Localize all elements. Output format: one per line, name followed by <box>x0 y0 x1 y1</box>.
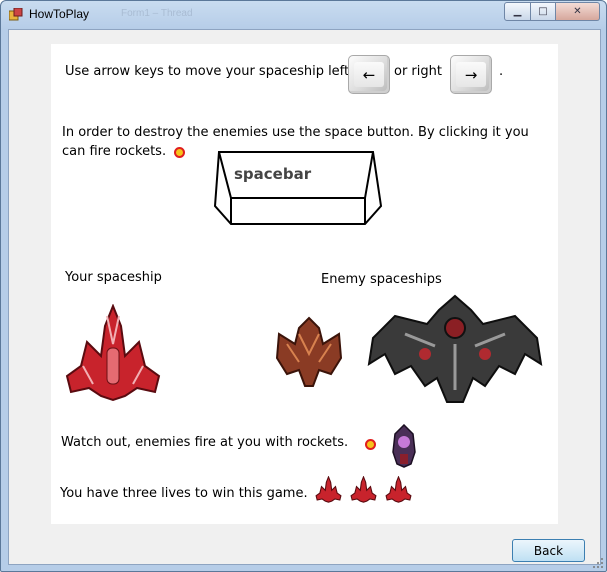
your-spaceship-label: Your spaceship <box>65 270 162 285</box>
close-button[interactable]: ✕ <box>556 2 600 21</box>
background-window-title: Form1 – Thread <box>121 8 193 19</box>
back-button[interactable]: Back <box>512 539 585 562</box>
right-arrow-glyph: → <box>456 62 486 87</box>
title-bar[interactable]: HowToPlay Form1 – Thread ▁ □ ✕ <box>1 1 606 27</box>
client-area: Use arrow keys to move your spaceship le… <box>8 29 601 565</box>
enemy-spaceship-small-icon <box>275 316 343 387</box>
enemy-rocket-icon <box>392 424 416 468</box>
left-arrow-key-icon: ← <box>348 55 390 94</box>
move-instruction-period: . <box>499 64 504 79</box>
enemy-spaceships-label: Enemy spaceships <box>321 272 442 287</box>
maximize-button[interactable]: □ <box>531 2 556 21</box>
life-ship-icon <box>385 476 412 503</box>
maximize-icon: □ <box>538 6 548 17</box>
move-instruction-or-right: or right <box>394 64 442 79</box>
howtoplay-window: HowToPlay Form1 – Thread ▁ □ ✕ Use arrow… <box>0 0 607 572</box>
minimize-icon: ▁ <box>513 6 522 17</box>
lives-indicator <box>315 476 412 503</box>
minimize-button[interactable]: ▁ <box>504 2 531 21</box>
rocket-icon <box>174 147 185 158</box>
back-button-label: Back <box>533 543 564 558</box>
spacebar-label: spacebar <box>234 165 312 183</box>
player-rocket-icon <box>365 439 376 450</box>
app-icon <box>9 8 23 21</box>
enemy-fire-text: Watch out, enemies fire at you with rock… <box>61 435 349 450</box>
life-ship-icon <box>315 476 342 503</box>
lives-text: You have three lives to win this game. <box>60 486 308 501</box>
life-ship-icon <box>350 476 377 503</box>
instructions-panel: Use arrow keys to move your spaceship le… <box>51 44 558 524</box>
spacebar-key-icon <box>213 151 383 225</box>
move-instruction-text: Use arrow keys to move your spaceship le… <box>65 64 350 79</box>
right-arrow-key-icon: → <box>450 55 492 94</box>
enemy-spaceship-large-icon <box>367 294 543 403</box>
resize-grip-icon[interactable] <box>593 558 604 569</box>
window-title: HowToPlay <box>29 7 90 21</box>
player-spaceship-icon <box>65 304 161 402</box>
close-icon: ✕ <box>573 6 582 17</box>
left-arrow-glyph: ← <box>354 62 384 87</box>
